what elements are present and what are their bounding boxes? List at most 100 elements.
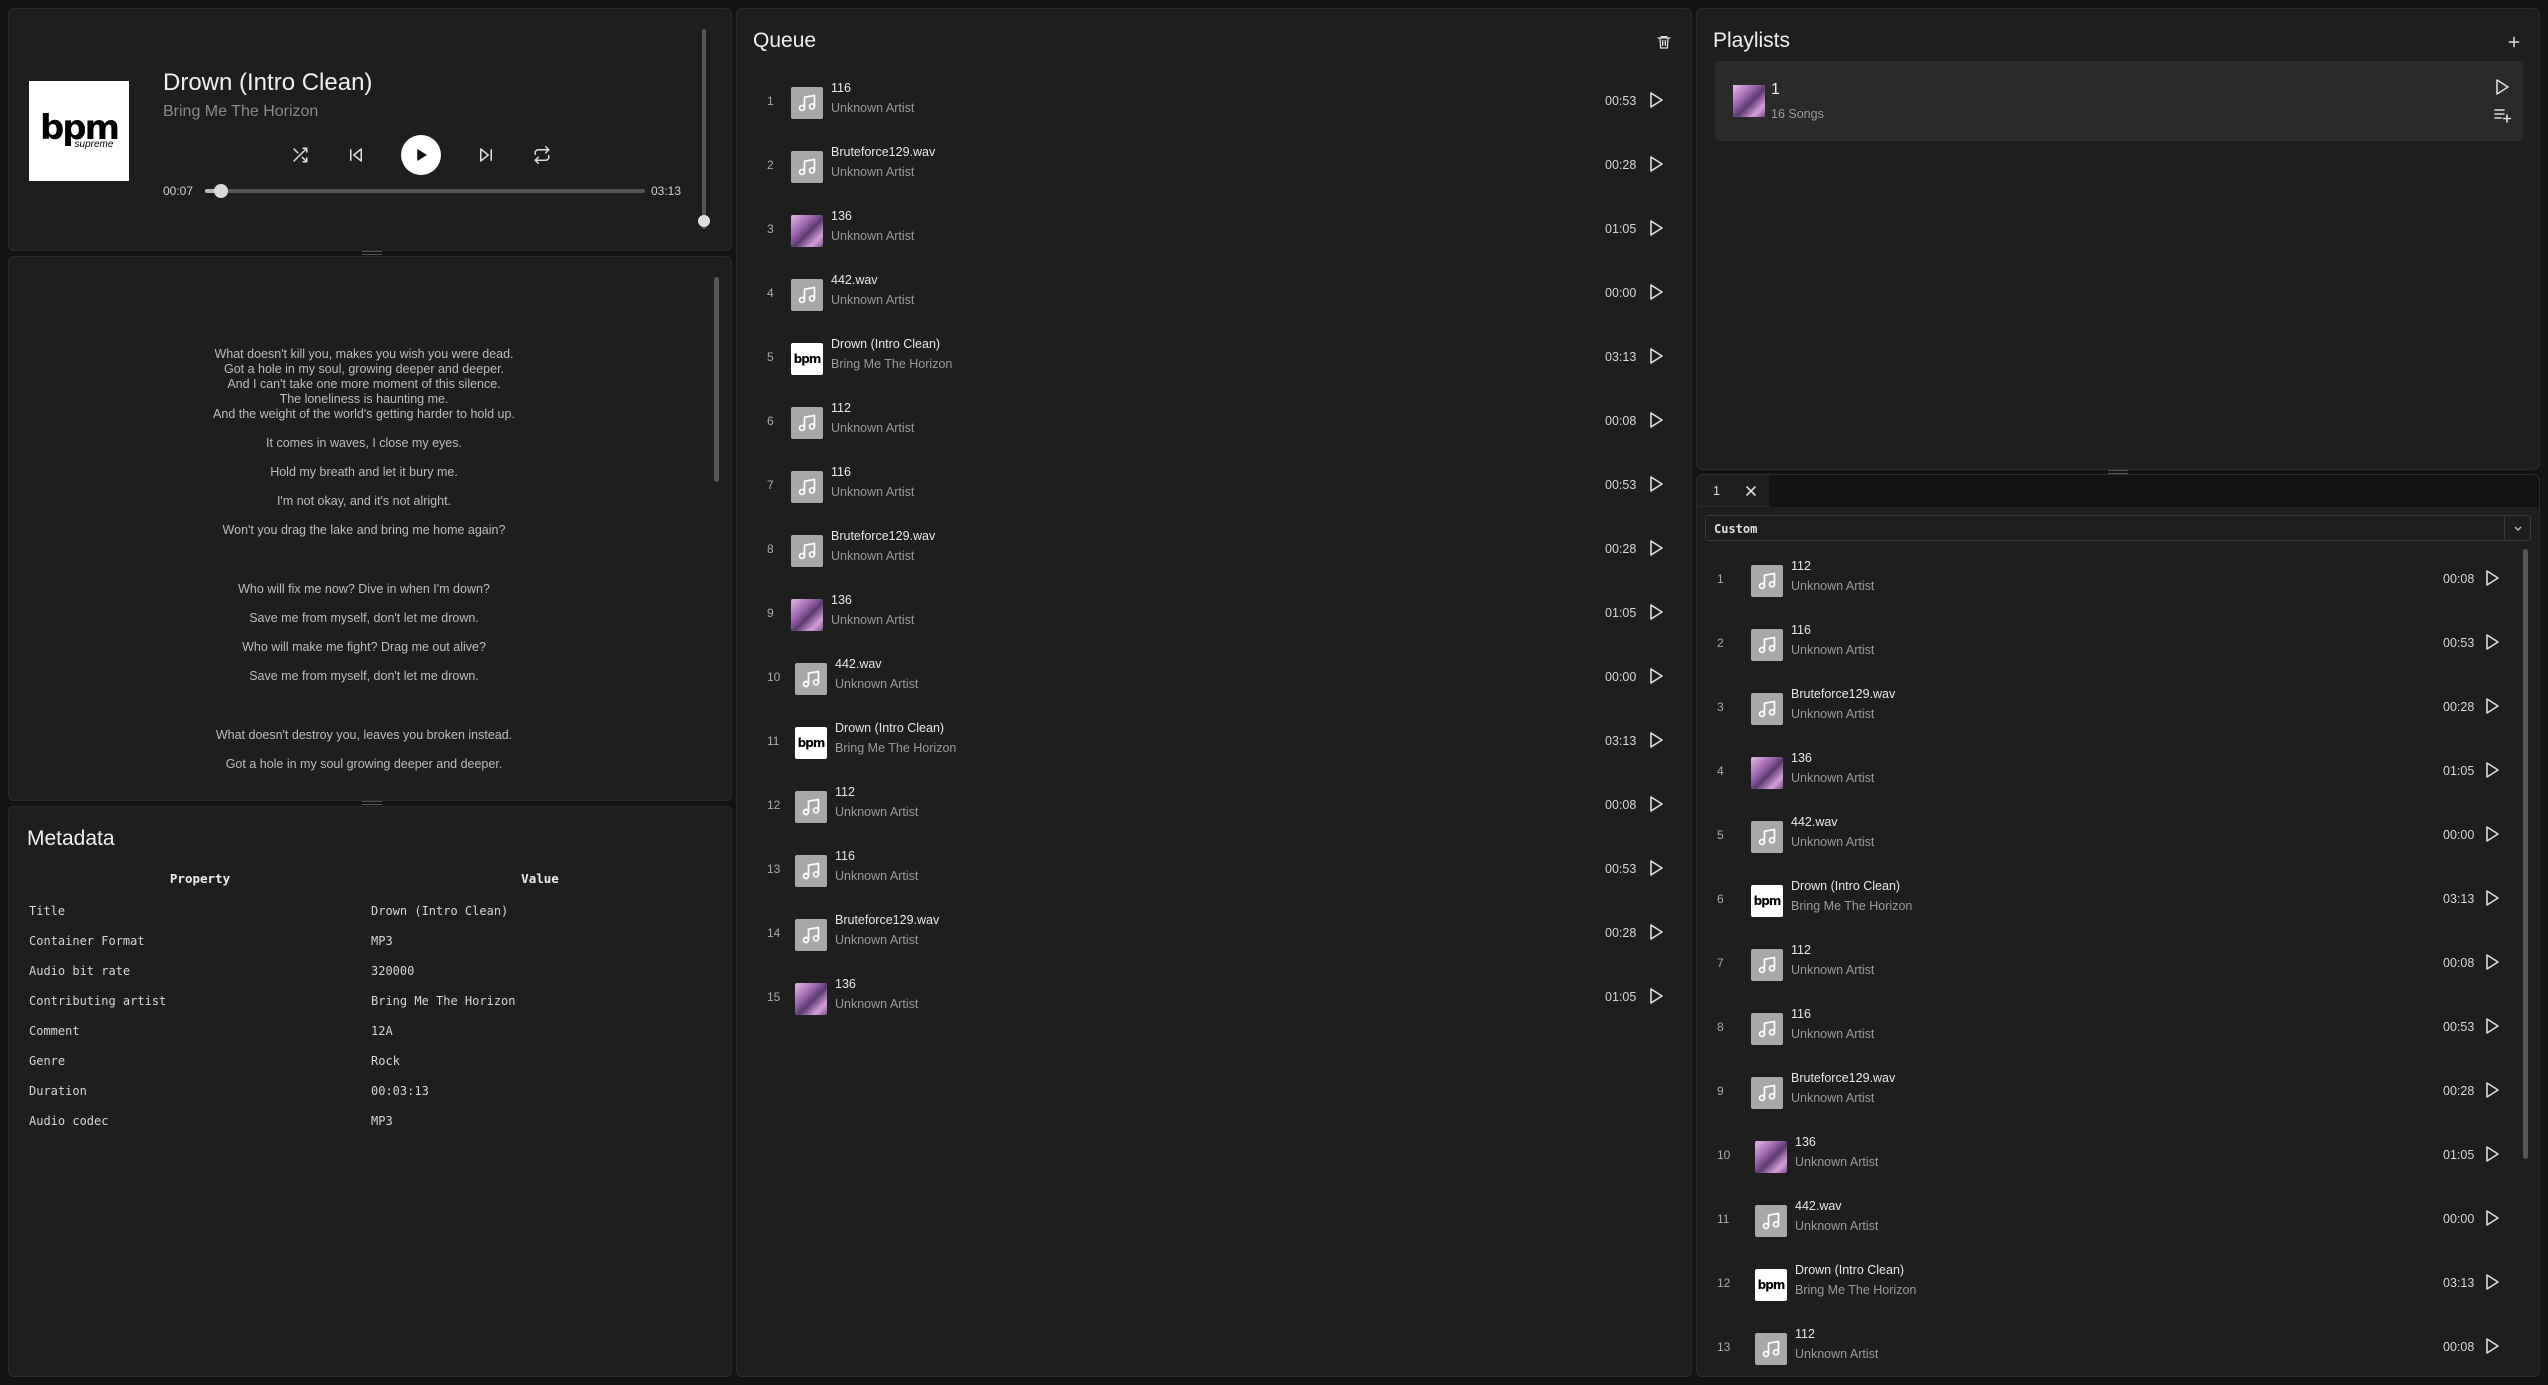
play-track-button[interactable] xyxy=(1649,412,1663,428)
sort-select[interactable]: Custom xyxy=(1705,515,2531,541)
track-row[interactable]: 1 116 Unknown Artist 00:53 xyxy=(737,69,1691,133)
track-duration: 00:00 xyxy=(2443,1212,2475,1226)
play-track-button[interactable] xyxy=(2485,634,2499,650)
track-row[interactable]: 12 112 Unknown Artist 00:08 xyxy=(737,773,1691,837)
track-thumbnail xyxy=(795,791,827,823)
play-track-button[interactable] xyxy=(2485,1338,2499,1354)
play-track-button[interactable] xyxy=(1649,988,1663,1004)
track-row[interactable]: 10 442.wav Unknown Artist 00:00 xyxy=(737,645,1691,709)
play-track-button[interactable] xyxy=(2485,1210,2499,1226)
track-row[interactable]: 11 bpm Drown (Intro Clean) Bring Me The Hor… xyxy=(737,709,1691,773)
previous-button[interactable] xyxy=(345,144,367,166)
track-row[interactable]: 7 112 Unknown Artist 00:08 xyxy=(1697,931,2539,995)
chevron-down-icon xyxy=(2514,526,2521,531)
play-track-button[interactable] xyxy=(2485,890,2499,906)
play-track-button[interactable] xyxy=(1649,348,1663,364)
add-playlist-button[interactable] xyxy=(2505,33,2523,51)
track-row[interactable]: 15 136 Unknown Artist 01:05 xyxy=(737,965,1691,1029)
sort-select-toggle[interactable] xyxy=(2504,516,2530,540)
play-track-button[interactable] xyxy=(2485,762,2499,778)
track-row[interactable]: 8 Bruteforce129.wav Unknown Artist 00:28 xyxy=(737,517,1691,581)
play-track-button[interactable] xyxy=(1649,156,1663,172)
lyrics-scrollbar[interactable] xyxy=(714,277,719,482)
track-row[interactable]: 6 112 Unknown Artist 00:08 xyxy=(737,389,1691,453)
play-track-button[interactable] xyxy=(1649,668,1663,684)
track-row[interactable]: 13 116 Unknown Artist 00:53 xyxy=(737,837,1691,901)
playlist-scrollbar[interactable] xyxy=(2523,549,2528,1159)
volume-handle[interactable] xyxy=(698,215,710,227)
track-row[interactable]: 2 116 Unknown Artist 00:53 xyxy=(1697,611,2539,675)
track-row[interactable]: 3 136 Unknown Artist 01:05 xyxy=(737,197,1691,261)
clear-queue-button[interactable] xyxy=(1655,33,1673,51)
track-row[interactable]: 10 136 Unknown Artist 01:05 xyxy=(1697,1123,2539,1187)
track-row[interactable]: 13 112 Unknown Artist 00:08 xyxy=(1697,1315,2539,1376)
seek-bar[interactable] xyxy=(205,184,645,198)
track-thumbnail xyxy=(1751,757,1783,789)
track-row[interactable]: 7 116 Unknown Artist 00:53 xyxy=(737,453,1691,517)
play-icon xyxy=(1650,924,1663,940)
play-button[interactable] xyxy=(401,135,441,175)
track-row[interactable]: 9 136 Unknown Artist 01:05 xyxy=(737,581,1691,645)
metadata-row: Container Format MP3 xyxy=(29,926,709,956)
resize-handle[interactable] xyxy=(362,251,382,255)
playlist-card[interactable]: 1 16 Songs xyxy=(1715,61,2523,141)
play-track-button[interactable] xyxy=(2485,570,2499,586)
play-icon xyxy=(2486,954,2499,970)
track-row[interactable]: 4 136 Unknown Artist 01:05 xyxy=(1697,739,2539,803)
track-row[interactable]: 12 bpm Drown (Intro Clean) Bring Me The Hor… xyxy=(1697,1251,2539,1315)
play-track-button[interactable] xyxy=(2485,954,2499,970)
track-index: 11 xyxy=(1717,1212,1730,1226)
resize-handle[interactable] xyxy=(362,801,382,805)
track-row[interactable]: 5 442.wav Unknown Artist 00:00 xyxy=(1697,803,2539,867)
play-icon xyxy=(1650,156,1663,172)
play-track-button[interactable] xyxy=(1649,924,1663,940)
queue-list: 1 116 Unknown Artist 00:53 2 Bruteforce129.wa… xyxy=(737,69,1691,1029)
track-row[interactable]: 3 Bruteforce129.wav Unknown Artist 00:28 xyxy=(1697,675,2539,739)
track-row[interactable]: 11 442.wav Unknown Artist 00:00 xyxy=(1697,1187,2539,1251)
track-row[interactable]: 2 Bruteforce129.wav Unknown Artist 00:28 xyxy=(737,133,1691,197)
play-icon xyxy=(1650,220,1663,236)
play-track-button[interactable] xyxy=(1649,604,1663,620)
play-track-button[interactable] xyxy=(2485,1018,2499,1034)
add-to-queue-button[interactable] xyxy=(2493,107,2512,123)
lyrics-line: What doesn't destroy you, leaves you bro… xyxy=(215,728,513,742)
play-track-button[interactable] xyxy=(1649,540,1663,556)
play-track-button[interactable] xyxy=(1649,220,1663,236)
track-row[interactable]: 8 116 Unknown Artist 00:53 xyxy=(1697,995,2539,1059)
track-title: 112 xyxy=(835,785,855,799)
metadata-property: Audio codec xyxy=(29,1114,109,1128)
track-row[interactable]: 5 bpm Drown (Intro Clean) Bring Me The Hori… xyxy=(737,325,1691,389)
volume-slider[interactable] xyxy=(702,29,706,229)
seek-handle[interactable] xyxy=(213,184,228,198)
play-track-button[interactable] xyxy=(2485,826,2499,842)
next-button[interactable] xyxy=(475,144,497,166)
play-track-button[interactable] xyxy=(2485,1146,2499,1162)
play-playlist-button[interactable] xyxy=(2495,79,2509,95)
track-row[interactable]: 9 Bruteforce129.wav Unknown Artist 00:28 xyxy=(1697,1059,2539,1123)
track-title: Drown (Intro Clean) xyxy=(831,337,941,351)
play-track-button[interactable] xyxy=(2485,1082,2499,1098)
play-track-button[interactable] xyxy=(1649,476,1663,492)
play-track-button[interactable] xyxy=(2485,698,2499,714)
play-track-button[interactable] xyxy=(2485,1274,2499,1290)
shuffle-button[interactable] xyxy=(289,144,311,166)
track-title: 112 xyxy=(831,401,851,415)
tab-playlist[interactable]: 1 xyxy=(1697,475,1769,507)
close-tab-button[interactable] xyxy=(1743,483,1759,499)
plus-icon xyxy=(2508,36,2520,48)
play-track-button[interactable] xyxy=(1649,92,1663,108)
play-track-button[interactable] xyxy=(1649,284,1663,300)
repeat-button[interactable] xyxy=(531,144,553,166)
track-row[interactable]: 4 442.wav Unknown Artist 00:00 xyxy=(737,261,1691,325)
play-track-button[interactable] xyxy=(1649,860,1663,876)
play-icon xyxy=(417,149,427,161)
track-row[interactable]: 14 Bruteforce129.wav Unknown Artist 00:28 xyxy=(737,901,1691,965)
track-duration: 01:05 xyxy=(1605,990,1637,1004)
play-track-button[interactable] xyxy=(1649,796,1663,812)
track-row[interactable]: 6 bpm Drown (Intro Clean) Bring Me The Hori… xyxy=(1697,867,2539,931)
metadata-row: Genre Rock xyxy=(29,1046,709,1076)
music-note-icon xyxy=(802,798,820,816)
track-index: 13 xyxy=(1717,1340,1731,1354)
play-track-button[interactable] xyxy=(1649,732,1663,748)
track-row[interactable]: 1 112 Unknown Artist 00:08 xyxy=(1697,547,2539,611)
